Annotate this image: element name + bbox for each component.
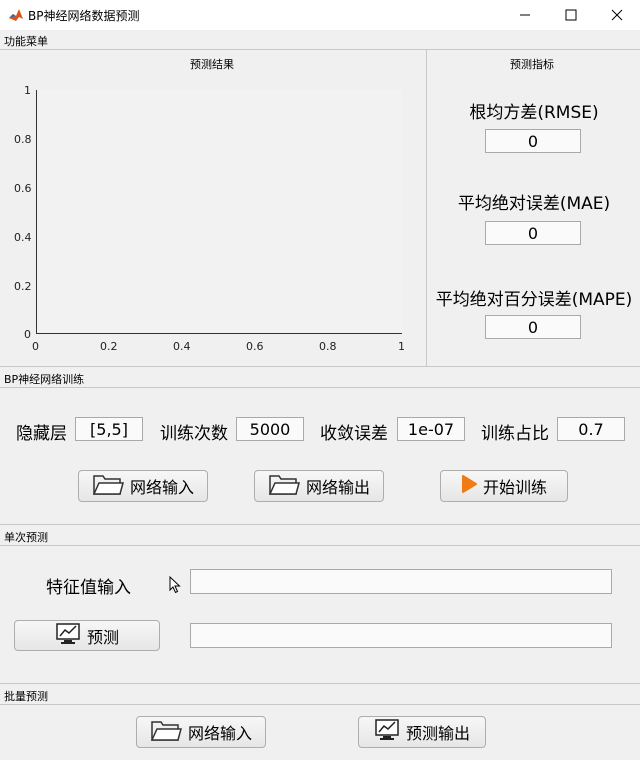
train-net-input-button[interactable]: 网络输入	[78, 470, 208, 502]
epochs-input[interactable]: 5000	[236, 417, 304, 441]
predict-result-field	[190, 623, 612, 648]
feature-input[interactable]	[190, 569, 612, 594]
divider	[0, 387, 640, 388]
start-training-button[interactable]: 开始训练	[440, 470, 568, 502]
y-tick: 0.2	[14, 280, 32, 293]
x-tick: 0.2	[100, 340, 118, 353]
divider	[0, 683, 640, 684]
monitor-chart-icon	[374, 718, 400, 746]
mae-value: 0	[485, 221, 581, 245]
divider	[0, 524, 640, 525]
button-label: 预测	[86, 627, 119, 647]
rmse-label: 根均方差(RMSE)	[469, 103, 599, 123]
folder-icon	[92, 472, 124, 500]
epochs-label: 训练次数	[160, 424, 228, 444]
x-tick: 0.4	[173, 340, 191, 353]
title-bar: BP神经网络数据预测	[0, 0, 640, 30]
divider	[0, 704, 640, 705]
results-panel-title: 预测结果	[190, 58, 234, 71]
rmse-value: 0	[485, 129, 581, 153]
predict-output-button[interactable]: 预测输出	[358, 716, 486, 748]
close-button[interactable]	[594, 0, 640, 30]
button-label: 网络输入	[187, 724, 252, 743]
monitor-chart-icon	[55, 622, 81, 650]
predict-button[interactable]: 预测	[14, 620, 160, 651]
divider	[0, 49, 640, 50]
button-label: 开始训练	[482, 478, 547, 497]
goal-label: 收敛误差	[320, 424, 388, 444]
divider	[0, 545, 640, 546]
mae-label: 平均绝对误差(MAE)	[457, 194, 611, 214]
mape-label: 平均绝对百分误差(MAPE)	[435, 290, 633, 310]
ratio-label: 训练占比	[481, 424, 549, 444]
folder-icon	[150, 718, 182, 746]
maximize-button[interactable]	[548, 0, 594, 30]
train-panel-title: BP神经网络训练	[4, 373, 85, 386]
metrics-panel-title: 预测指标	[510, 58, 554, 71]
x-tick: 0	[32, 340, 39, 353]
goal-input[interactable]: 1e-07	[397, 417, 465, 441]
plot-area	[36, 90, 402, 334]
x-tick: 1	[398, 340, 405, 353]
window-title: BP神经网络数据预测	[28, 9, 140, 23]
ratio-input[interactable]: 0.7	[557, 417, 625, 441]
train-net-output-button[interactable]: 网络输出	[254, 470, 384, 502]
matlab-icon	[8, 7, 24, 23]
x-tick: 0.8	[319, 340, 337, 353]
y-tick: 0.4	[14, 231, 32, 244]
hidden-layer-input[interactable]: [5,5]	[75, 417, 143, 441]
divider	[426, 50, 427, 366]
batch-panel-title: 批量预测	[4, 690, 48, 703]
button-label: 网络输入	[129, 478, 194, 497]
batch-net-input-button[interactable]: 网络输入	[136, 716, 266, 748]
y-tick: 0.8	[14, 133, 32, 146]
divider	[0, 366, 640, 367]
menu-function[interactable]: 功能菜单	[4, 33, 48, 49]
folder-icon	[268, 472, 300, 500]
y-tick: 0	[24, 328, 31, 341]
y-tick: 0.6	[14, 182, 32, 195]
mouse-cursor-icon	[169, 575, 181, 598]
y-tick: 1	[24, 84, 31, 97]
minimize-button[interactable]	[502, 0, 548, 30]
button-label: 预测输出	[405, 724, 470, 743]
play-icon	[461, 475, 477, 497]
x-tick: 0.6	[246, 340, 264, 353]
feature-label: 特征值输入	[46, 578, 131, 598]
single-panel-title: 单次预测	[4, 531, 48, 544]
button-label: 网络输出	[305, 478, 370, 497]
hidden-layer-label: 隐藏层	[16, 424, 67, 444]
mape-value: 0	[485, 315, 581, 339]
